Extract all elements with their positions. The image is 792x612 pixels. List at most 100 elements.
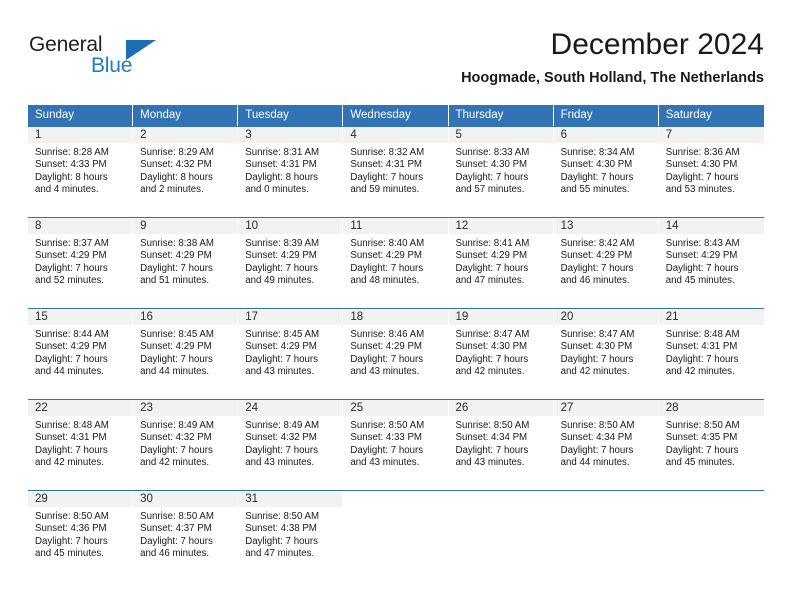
sunrise-text: Sunrise: 8:49 AM	[245, 420, 320, 431]
day-cell[interactable]: 17 Sunrise: 8:45 AM Sunset: 4:29 PM Dayligh…	[238, 309, 344, 398]
day-number: 22	[28, 400, 133, 416]
day-sun-info: Sunrise: 8:40 AM Sunset: 4:29 PM Daylight:…	[343, 234, 447, 288]
calendar-week-row: 8 Sunrise: 8:37 AM Sunset: 4:29 PM Daylight…	[28, 217, 764, 307]
weekday-header-tuesday: Tuesday	[238, 105, 344, 126]
day-cell[interactable]: 1 Sunrise: 8:28 AM Sunset: 4:33 PM Daylight…	[28, 127, 134, 216]
day-number: 3	[238, 127, 343, 143]
day-cell-empty	[448, 491, 554, 580]
daylight-text-line2: and 45 minutes.	[665, 457, 735, 469]
sunset-text: Sunset: 4:29 PM	[35, 341, 107, 353]
daylight-text-line2: and 47 minutes.	[245, 548, 315, 560]
sunrise-text: Sunrise: 8:50 AM	[665, 420, 740, 431]
sunrise-text: Sunrise: 8:50 AM	[560, 420, 635, 431]
day-cell-empty	[553, 491, 659, 580]
sunrise-text: Sunrise: 8:49 AM	[140, 420, 214, 431]
day-cell[interactable]: 29 Sunrise: 8:50 AM Sunset: 4:36 PM Dayligh…	[28, 491, 134, 580]
day-cell[interactable]: 18 Sunrise: 8:46 AM Sunset: 4:29 PM Dayligh…	[343, 309, 449, 398]
day-sun-info: Sunrise: 8:37 AM Sunset: 4:29 PM Daylight:…	[28, 234, 132, 288]
day-sun-info: Sunrise: 8:33 AM Sunset: 4:30 PM Daylight:…	[449, 143, 553, 197]
daylight-text-line1: Daylight: 7 hours	[455, 171, 529, 183]
daylight-text-line2: and 49 minutes.	[245, 275, 315, 287]
daylight-text-line2: and 43 minutes.	[350, 457, 420, 469]
day-number: 6	[553, 127, 658, 143]
day-cell[interactable]: 13 Sunrise: 8:42 AM Sunset: 4:29 PM Dayligh…	[553, 218, 659, 307]
day-number: 4	[343, 127, 448, 143]
day-cell[interactable]: 4 Sunrise: 8:32 AM Sunset: 4:31 PM Daylight…	[343, 127, 449, 216]
daylight-text-line2: and 44 minutes.	[560, 457, 630, 469]
sunrise-text: Sunrise: 8:31 AM	[245, 147, 320, 158]
daylight-text-line2: and 51 minutes.	[140, 275, 210, 287]
day-number: 10	[238, 218, 343, 234]
daylight-text-line1: Daylight: 7 hours	[350, 444, 424, 456]
day-cell[interactable]: 5 Sunrise: 8:33 AM Sunset: 4:30 PM Daylight…	[448, 127, 554, 216]
sunset-text: Sunset: 4:32 PM	[245, 432, 317, 444]
day-cell[interactable]: 2 Sunrise: 8:29 AM Sunset: 4:32 PM Daylight…	[133, 127, 239, 216]
day-number: 5	[448, 127, 553, 143]
day-cell[interactable]: 15 Sunrise: 8:44 AM Sunset: 4:29 PM Dayligh…	[28, 309, 134, 398]
title-block: December 2024 Hoogmade, South Holland, T…	[244, 26, 764, 88]
day-cell[interactable]: 23 Sunrise: 8:49 AM Sunset: 4:32 PM Dayligh…	[133, 400, 239, 489]
daylight-text-line2: and 45 minutes.	[665, 275, 735, 287]
sunrise-text: Sunrise: 8:41 AM	[455, 238, 530, 249]
day-sun-info: Sunrise: 8:47 AM Sunset: 4:30 PM Daylight:…	[554, 325, 658, 379]
calendar-page: General Blue December 2024 Hoogmade, Sou…	[0, 0, 792, 612]
day-cell[interactable]: 16 Sunrise: 8:45 AM Sunset: 4:29 PM Dayligh…	[133, 309, 239, 398]
day-cell[interactable]: 24 Sunrise: 8:49 AM Sunset: 4:32 PM Dayligh…	[238, 400, 344, 489]
day-cell[interactable]: 28 Sunrise: 8:50 AM Sunset: 4:35 PM Dayligh…	[658, 400, 764, 489]
calendar-grid: Sunday Monday Tuesday Wednesday Thursday…	[28, 105, 764, 580]
day-cell[interactable]: 26 Sunrise: 8:50 AM Sunset: 4:34 PM Dayligh…	[448, 400, 554, 489]
day-cell[interactable]: 9 Sunrise: 8:38 AM Sunset: 4:29 PM Daylight…	[133, 218, 239, 307]
day-number: 11	[343, 218, 448, 234]
brand-logo[interactable]: General Blue	[28, 26, 258, 88]
day-cell[interactable]: 7 Sunrise: 8:36 AM Sunset: 4:30 PM Daylight…	[658, 127, 764, 216]
day-cell[interactable]: 10 Sunrise: 8:39 AM Sunset: 4:29 PM Dayligh…	[238, 218, 344, 307]
sunrise-text: Sunrise: 8:37 AM	[35, 238, 109, 249]
daylight-text-line2: and 47 minutes.	[455, 275, 525, 287]
sunset-text: Sunset: 4:29 PM	[245, 341, 317, 353]
page-title: December 2024	[550, 28, 764, 61]
day-cell[interactable]: 14 Sunrise: 8:43 AM Sunset: 4:29 PM Dayligh…	[658, 218, 764, 307]
day-cell[interactable]: 31 Sunrise: 8:50 AM Sunset: 4:38 PM Dayligh…	[238, 491, 344, 580]
day-number: 12	[448, 218, 553, 234]
daylight-text-line1: Daylight: 7 hours	[455, 353, 529, 365]
day-cell[interactable]: 3 Sunrise: 8:31 AM Sunset: 4:31 PM Daylight…	[238, 127, 344, 216]
day-cell[interactable]: 22 Sunrise: 8:48 AM Sunset: 4:31 PM Dayligh…	[28, 400, 134, 489]
day-sun-info: Sunrise: 8:29 AM Sunset: 4:32 PM Daylight:…	[133, 143, 237, 197]
sunset-text: Sunset: 4:30 PM	[665, 159, 738, 171]
daylight-text-line1: Daylight: 7 hours	[665, 262, 739, 274]
day-sun-info: Sunrise: 8:48 AM Sunset: 4:31 PM Daylight:…	[28, 416, 132, 470]
day-cell[interactable]: 25 Sunrise: 8:50 AM Sunset: 4:33 PM Dayligh…	[343, 400, 449, 489]
weekday-header-friday: Friday	[553, 105, 659, 126]
day-cell[interactable]: 8 Sunrise: 8:37 AM Sunset: 4:29 PM Daylight…	[28, 218, 134, 307]
page-header: General Blue December 2024 Hoogmade, Sou…	[28, 26, 764, 98]
day-number: 30	[133, 491, 238, 507]
daylight-text-line1: Daylight: 7 hours	[560, 444, 634, 456]
day-cell[interactable]: 6 Sunrise: 8:34 AM Sunset: 4:30 PM Daylight…	[553, 127, 659, 216]
day-cell[interactable]: 21 Sunrise: 8:48 AM Sunset: 4:31 PM Dayligh…	[658, 309, 764, 398]
daylight-text-line1: Daylight: 7 hours	[665, 353, 739, 365]
day-cell[interactable]: 20 Sunrise: 8:47 AM Sunset: 4:30 PM Dayligh…	[553, 309, 659, 398]
daylight-text-line2: and 43 minutes.	[245, 457, 315, 469]
day-number: 13	[553, 218, 658, 234]
day-sun-info: Sunrise: 8:36 AM Sunset: 4:30 PM Daylight:…	[659, 143, 764, 197]
sunrise-text: Sunrise: 8:48 AM	[35, 420, 109, 431]
day-cell[interactable]: 19 Sunrise: 8:47 AM Sunset: 4:30 PM Dayligh…	[448, 309, 554, 398]
day-cell[interactable]: 12 Sunrise: 8:41 AM Sunset: 4:29 PM Dayligh…	[448, 218, 554, 307]
daylight-text-line1: Daylight: 7 hours	[140, 262, 213, 274]
sunset-text: Sunset: 4:31 PM	[665, 341, 738, 353]
day-number: 21	[658, 309, 764, 325]
day-sun-info: Sunrise: 8:50 AM Sunset: 4:37 PM Daylight:…	[133, 507, 237, 561]
day-cell[interactable]: 11 Sunrise: 8:40 AM Sunset: 4:29 PM Dayligh…	[343, 218, 449, 307]
sunrise-text: Sunrise: 8:45 AM	[245, 329, 320, 340]
day-sun-info: Sunrise: 8:42 AM Sunset: 4:29 PM Daylight:…	[554, 234, 658, 288]
day-cell[interactable]: 30 Sunrise: 8:50 AM Sunset: 4:37 PM Dayligh…	[133, 491, 239, 580]
daylight-text-line2: and 0 minutes.	[245, 184, 309, 196]
day-number: 26	[448, 400, 553, 416]
day-sun-info: Sunrise: 8:50 AM Sunset: 4:36 PM Daylight:…	[28, 507, 132, 561]
sunset-text: Sunset: 4:34 PM	[560, 432, 633, 444]
weekday-header-thursday: Thursday	[448, 105, 554, 126]
daylight-text-line2: and 42 minutes.	[35, 457, 104, 469]
day-sun-info: Sunrise: 8:50 AM Sunset: 4:34 PM Daylight:…	[449, 416, 553, 470]
sunrise-text: Sunrise: 8:44 AM	[35, 329, 109, 340]
day-cell[interactable]: 27 Sunrise: 8:50 AM Sunset: 4:34 PM Dayligh…	[553, 400, 659, 489]
